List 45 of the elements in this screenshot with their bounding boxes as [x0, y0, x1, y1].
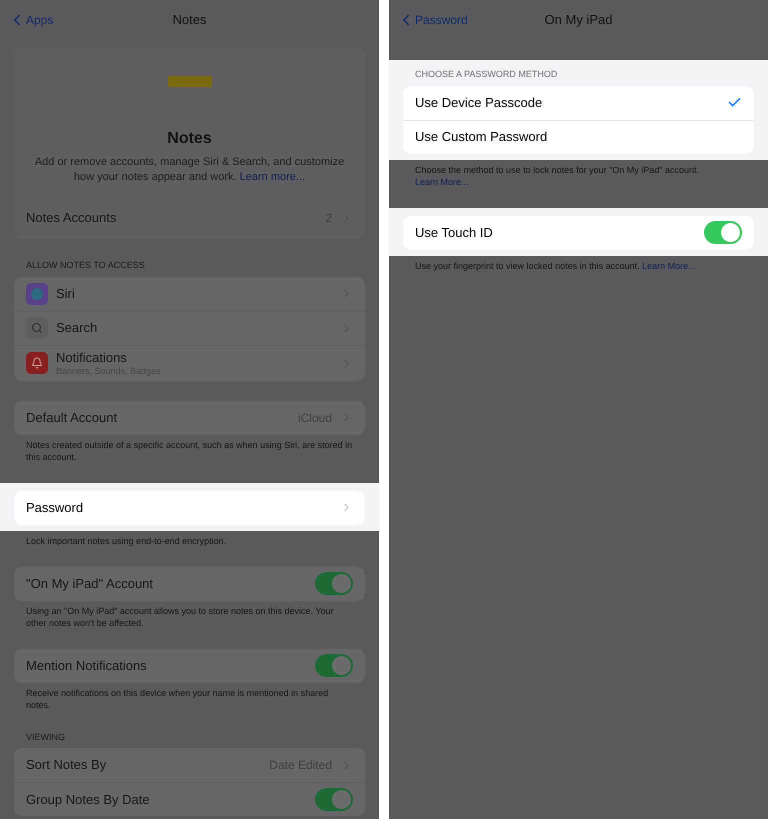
row-label: "On My iPad" Account	[26, 576, 154, 592]
settings-row[interactable]: Use Custom Password	[403, 120, 754, 154]
settings-row[interactable]: Use Touch ID	[403, 216, 754, 250]
section-footer: Using an "On My iPad" account allows you to store notes on this device. Your other notes won't be affected.	[0, 600, 379, 628]
learn-more-link[interactable]: Learn more...	[240, 171, 306, 183]
app-description: Add or remove accounts, manage Siri & Search, and customize how your notes appear and work. Learn more...	[34, 155, 346, 185]
settings-row[interactable]: "On My iPad" Account	[14, 566, 365, 600]
toggle-switch[interactable]	[315, 654, 353, 677]
row-label: Use Custom Password	[415, 129, 548, 145]
app-title: Notes	[167, 129, 212, 149]
settings-row[interactable]: Use Device Passcode	[403, 86, 754, 120]
section-footer: Notes created outside of a specific account, such as when using Siri, are stored in this account.	[0, 434, 379, 462]
notes-app-icon	[168, 76, 212, 87]
row-label: Password	[26, 500, 84, 516]
nav-title: Notes	[172, 11, 206, 30]
row-label: Use Touch ID	[415, 224, 494, 240]
section-footer: Receive notifications on this device when your name is mentioned in shared notes.	[0, 682, 379, 710]
toggle-switch[interactable]	[315, 788, 353, 811]
section-header: CHOOSE A PASSWORD METHOD	[414, 68, 558, 81]
section-header: VIEWING	[25, 730, 66, 744]
row-label: Group Notes By Date	[26, 792, 151, 808]
toggle-switch[interactable]	[315, 572, 353, 595]
settings-row[interactable]: Search	[14, 310, 365, 344]
back-button[interactable]: Apps	[8, 11, 54, 29]
section-header: ALLOW NOTES TO ACCESS	[25, 259, 146, 272]
row-label: Notifications	[56, 350, 128, 366]
learn-more-link[interactable]: Learn More...	[415, 176, 469, 186]
settings-row[interactable]: Mention Notifications	[14, 648, 365, 682]
back-button[interactable]: Password	[397, 11, 468, 29]
row-label: Sort Notes By	[26, 757, 108, 773]
settings-row[interactable]: Siri	[14, 276, 365, 310]
row-label: Search	[56, 320, 98, 336]
settings-row[interactable]: Password	[14, 490, 365, 524]
section-footer: Use your fingerprint to view locked notes in this account. Learn More...	[389, 256, 768, 272]
nav-title: On My iPad	[544, 11, 612, 30]
row-label: Siri	[56, 286, 76, 302]
row-label: Notes Accounts	[26, 210, 118, 226]
section-footer: Choose the method to use to lock notes for your "On My iPad" account. Learn More...	[389, 160, 768, 188]
row-label: Use Device Passcode	[415, 94, 544, 110]
row-label: Default Account	[26, 410, 118, 426]
settings-row[interactable]: Group Notes By Date	[14, 782, 365, 816]
section-footer: Lock important notes using end-to-end encryption.	[0, 530, 379, 546]
learn-more-link[interactable]: Learn More...	[642, 260, 696, 270]
toggle-switch[interactable]	[704, 221, 742, 244]
row-label: Mention Notifications	[26, 658, 148, 674]
